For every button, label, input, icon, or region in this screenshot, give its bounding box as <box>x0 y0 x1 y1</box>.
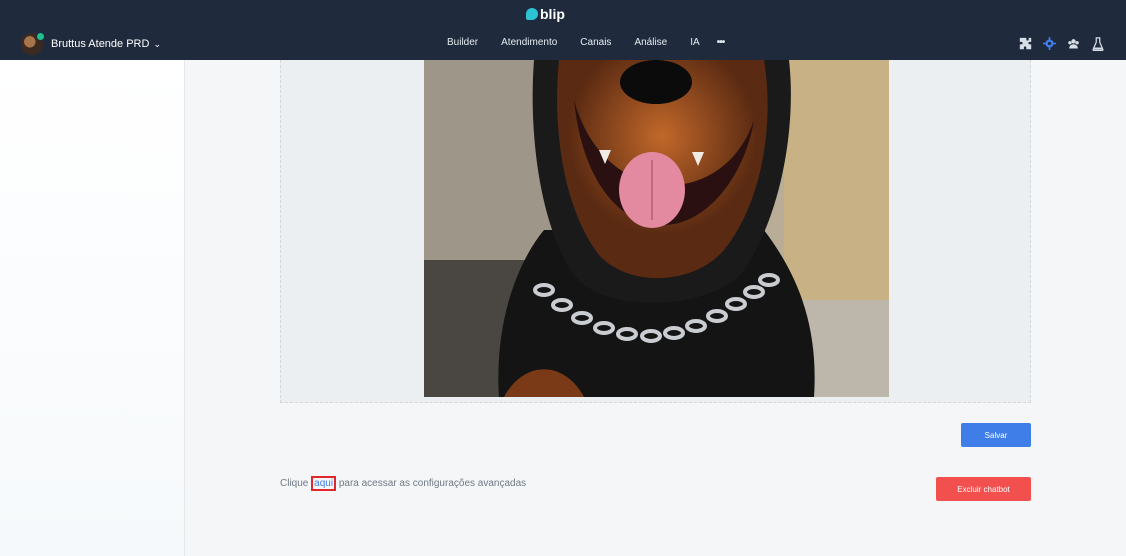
blip-logo[interactable]: blip <box>526 6 565 22</box>
nav-canais[interactable]: Canais <box>580 37 611 48</box>
bot-avatar <box>21 32 45 55</box>
nav-analise[interactable]: Análise <box>634 37 667 48</box>
blip-logo-icon <box>526 8 538 20</box>
save-button[interactable]: Salvar <box>961 423 1031 447</box>
puzzle-icon[interactable] <box>1019 37 1032 50</box>
flask-icon[interactable] <box>1091 36 1104 51</box>
advanced-prefix: Clique <box>280 478 312 489</box>
bot-image-dropzone[interactable] <box>280 60 1031 403</box>
bot-name: Bruttus Atende PRD <box>51 38 150 50</box>
header-actions <box>1019 36 1104 51</box>
top-bar: blip Bruttus Atende PRD ⌄ Builder Atendi… <box>0 0 1126 60</box>
more-menu-icon[interactable]: ••• <box>717 37 725 48</box>
nav-atendimento[interactable]: Atendimento <box>501 37 557 48</box>
bot-selector[interactable]: Bruttus Atende PRD ⌄ <box>21 32 161 55</box>
main-nav: Builder Atendimento Canais Análise IA ••… <box>447 37 725 48</box>
bot-profile-photo <box>424 60 889 397</box>
delete-chatbot-button[interactable]: Excluir chatbot <box>936 477 1031 501</box>
nav-builder[interactable]: Builder <box>447 37 478 48</box>
chevron-down-icon: ⌄ <box>153 38 161 49</box>
nav-ia[interactable]: IA <box>690 37 699 48</box>
gear-icon[interactable] <box>1043 37 1056 50</box>
advanced-settings-link[interactable]: aqui <box>311 476 337 491</box>
advanced-settings-text: Clique aqui para acessar as configuraçõe… <box>280 476 527 491</box>
advanced-suffix: para acessar as configurações avançadas <box>336 478 527 489</box>
team-icon[interactable] <box>1067 37 1080 50</box>
left-sidebar <box>0 60 185 556</box>
online-status-dot <box>36 32 45 41</box>
logo-text: blip <box>540 6 565 22</box>
